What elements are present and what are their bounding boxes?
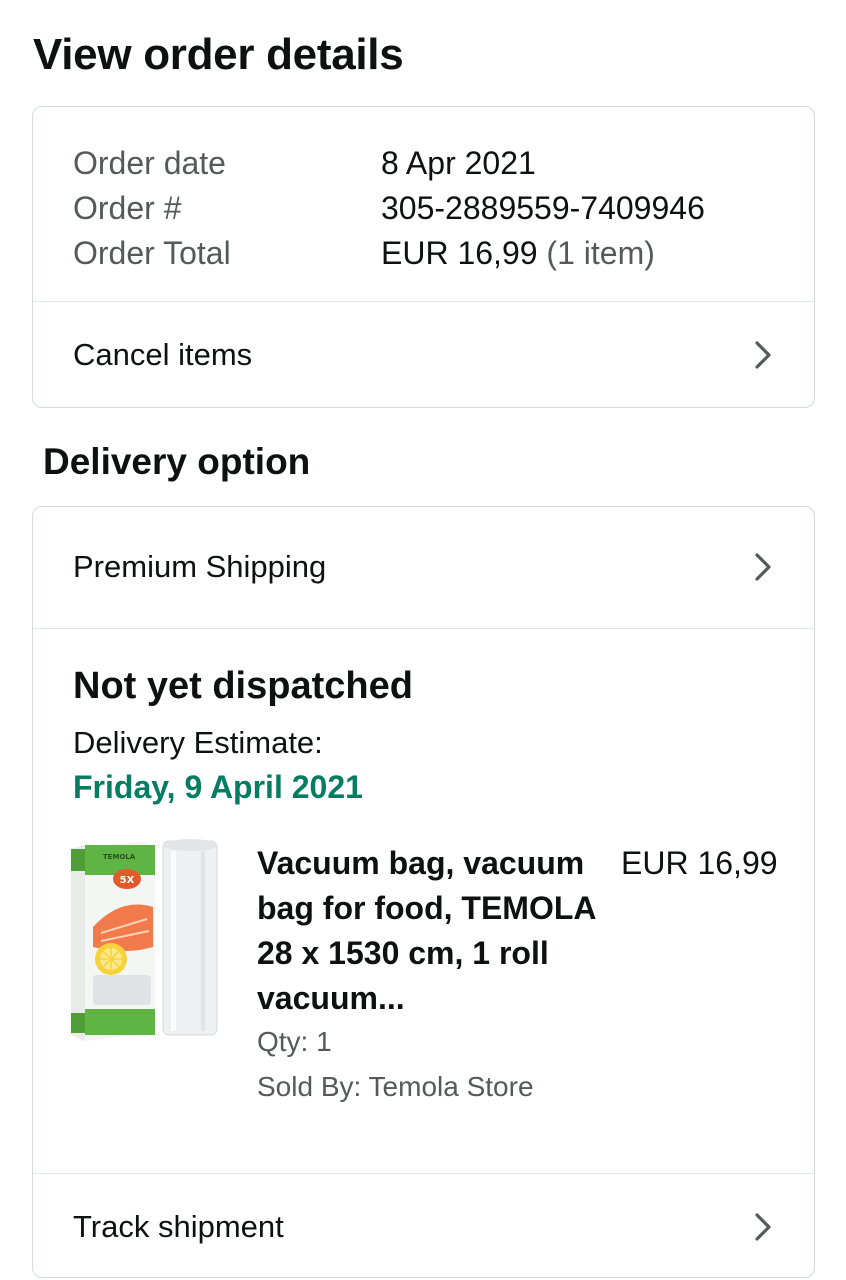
chevron-right-icon xyxy=(750,1212,776,1241)
product-title-link[interactable]: Vacuum bag, vacuum bag for food, TEMOLA … xyxy=(257,841,607,1021)
shipment-status: Not yet dispatched xyxy=(73,665,413,707)
premium-shipping-button[interactable]: Premium Shipping xyxy=(33,507,814,628)
order-number-row: Order # 305-2889559-7409946 xyxy=(73,186,705,231)
divider xyxy=(33,628,814,629)
order-summary-card: Order date 8 Apr 2021 Order # 305-288955… xyxy=(32,106,815,408)
track-shipment-button[interactable]: Track shipment xyxy=(33,1173,814,1277)
product-badge-text: 5X xyxy=(120,875,135,886)
delivery-estimate-label: Delivery Estimate: xyxy=(73,725,323,760)
cancel-items-button[interactable]: Cancel items xyxy=(33,301,814,407)
order-date-row: Order date 8 Apr 2021 xyxy=(73,141,705,186)
order-date-value: 8 Apr 2021 xyxy=(381,145,536,181)
page-title: View order details xyxy=(33,30,404,79)
product-seller: Sold By: Temola Store xyxy=(257,1071,534,1102)
order-total-label: Order Total xyxy=(73,235,231,271)
delivery-estimate-date: Friday, 9 April 2021 xyxy=(73,769,363,805)
order-number-label: Order # xyxy=(73,190,182,226)
chevron-right-icon xyxy=(750,553,776,581)
chevron-right-icon xyxy=(750,340,776,369)
product-brand-text: TEMOLA xyxy=(103,853,136,861)
delivery-card: Premium Shipping Not yet dispatched Deli… xyxy=(32,506,815,1278)
order-total-row: Order Total EUR 16,99 (1 item) xyxy=(73,231,705,276)
cancel-items-label: Cancel items xyxy=(73,336,253,372)
product-quantity: Qty: 1 xyxy=(257,1026,332,1057)
order-summary-grid: Order date 8 Apr 2021 Order # 305-288955… xyxy=(73,141,705,276)
track-shipment-label: Track shipment xyxy=(73,1208,284,1244)
order-total-value-group: EUR 16,99 (1 item) xyxy=(381,235,655,272)
product-price: EUR 16,99 xyxy=(621,845,778,881)
delivery-option-heading: Delivery option xyxy=(43,441,311,482)
product-image[interactable]: TEMOLA 5X xyxy=(71,837,221,1042)
order-date-label: Order date xyxy=(73,145,226,181)
order-item-count: (1 item) xyxy=(546,235,655,271)
shipping-option-label: Premium Shipping xyxy=(73,549,327,584)
order-total-value: EUR 16,99 xyxy=(381,235,538,271)
order-number-value: 305-2889559-7409946 xyxy=(381,190,705,226)
